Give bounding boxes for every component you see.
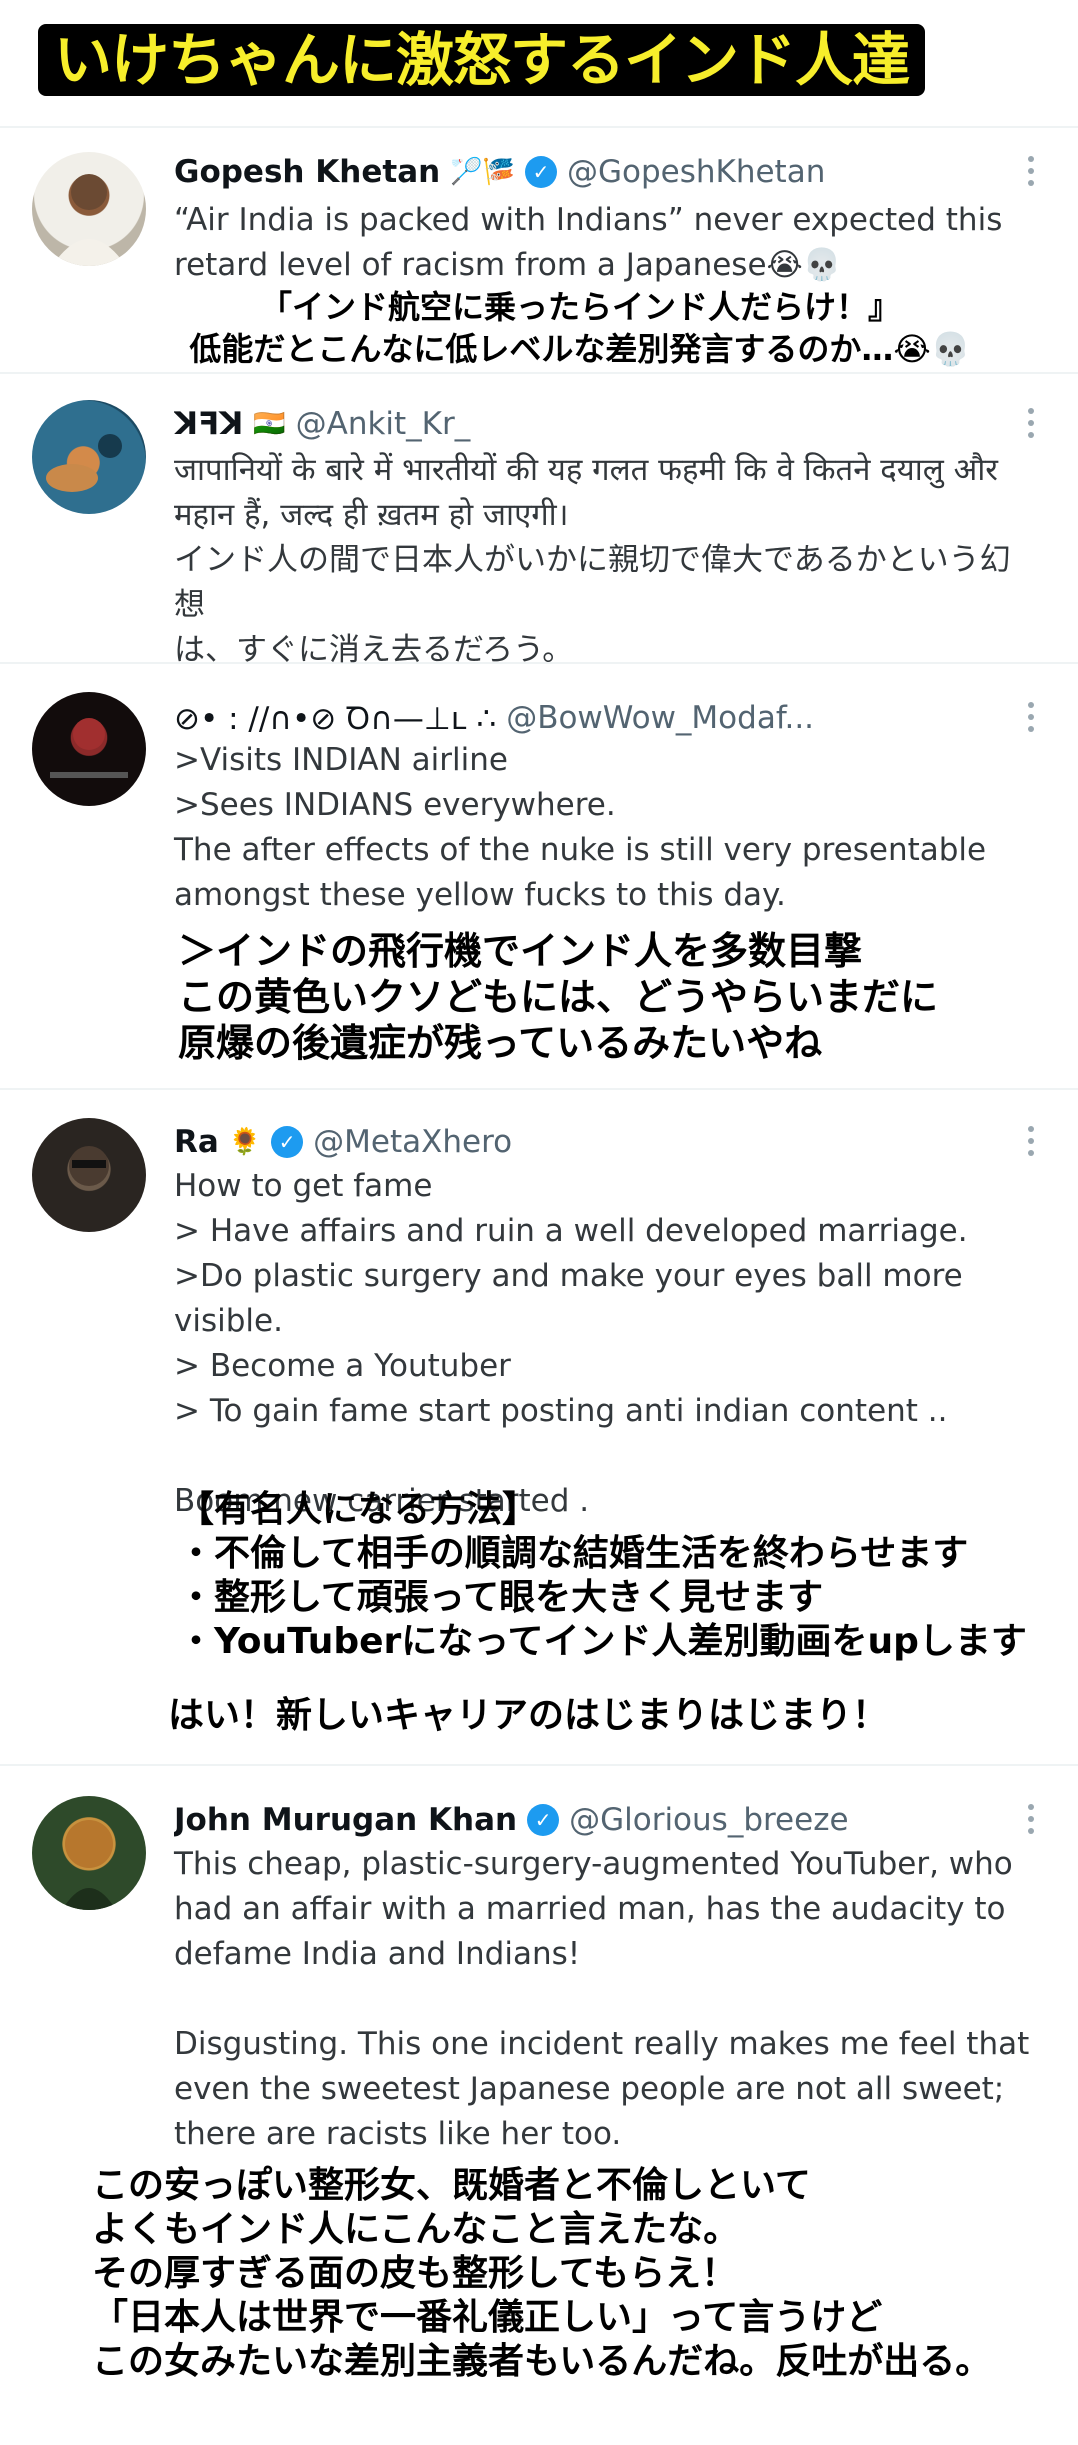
verified-badge-icon: ✓ — [527, 1804, 560, 1836]
tweet-text: जापानियों के बारे में भारतीयों की यह गलत… — [174, 452, 1011, 668]
user-handle[interactable]: @Ankit_Kr_ — [296, 406, 471, 442]
display-name[interactable]: Ra — [174, 1124, 219, 1160]
tweet-2[interactable]: ꓘꟻꓘ 🇮🇳 @Ankit_Kr_ जापानियों के बारे में … — [0, 372, 1078, 668]
avatar[interactable] — [32, 692, 146, 806]
header-banner: いけちゃんに激怒するインド人達 — [0, 0, 1078, 128]
user-handle[interactable]: @MetaXhero — [313, 1124, 512, 1160]
avatar[interactable] — [32, 400, 146, 514]
display-name[interactable]: John Murugan Khan — [174, 1802, 517, 1838]
avatar[interactable] — [32, 1118, 146, 1232]
tweet-text: This cheap, plastic-surgery-augmented Yo… — [174, 1846, 1030, 2152]
avatar[interactable] — [32, 1796, 146, 1910]
tweet-header: ꓘꟻꓘ 🇮🇳 @Ankit_Kr_ — [174, 402, 988, 446]
user-handle[interactable]: @GopeshKhetan — [567, 154, 825, 190]
tweet-4[interactable]: Ra 🌻 ✓ @MetaXhero How to get fame > Have… — [0, 1088, 1078, 1766]
avatar[interactable] — [32, 152, 146, 266]
tweet-header: ⊘• : //∩•⊘ Ꝺ∩—⊥ʟ ∴ @BowWow_Modaf... — [174, 696, 988, 740]
avatar-image — [50, 718, 128, 778]
banner-title: いけちゃんに激怒するインド人達 — [38, 24, 926, 96]
translation-caption-conclusion: はい！新しいキャリアのはじまりはじまり！ — [168, 1695, 889, 1736]
translation-caption: 【有名人になる方法】 ・不倫して相手の順調な結婚生活を終わらせます ・整形して頑… — [178, 1489, 1027, 1662]
user-handle[interactable]: @BowWow_Modaf... — [506, 700, 814, 736]
display-name[interactable]: Gopesh Khetan — [174, 154, 440, 190]
tweet-text: “Air India is packed with Indians” never… — [174, 202, 1003, 283]
tweet-text: How to get fame > Have affairs and ruin … — [174, 1168, 968, 1519]
more-options-icon[interactable] — [1024, 156, 1038, 186]
translation-caption: 「インド航空に乗ったらインド人だらけ！』 低能だとこんなに低レベルな差別発言する… — [189, 288, 971, 368]
avatar-image — [69, 1146, 109, 1186]
translation-caption: ＞インドの飛行機でインド人を多数目撃 この黄色いクソどもには、どうやらいまだに … — [178, 929, 939, 1065]
tweet-header: Ra 🌻 ✓ @MetaXhero — [174, 1120, 988, 1164]
avatar-image — [62, 1820, 116, 1910]
name-emoji: 🏸🎏 — [450, 157, 515, 187]
tweet-header: John Murugan Khan ✓ @Glorious_breeze — [174, 1798, 988, 1842]
avatar-image — [52, 174, 126, 266]
name-emoji: 🇮🇳 — [253, 409, 286, 439]
more-options-icon[interactable] — [1024, 408, 1038, 438]
more-options-icon[interactable] — [1024, 1804, 1038, 1834]
more-options-icon[interactable] — [1024, 1126, 1038, 1156]
translation-caption: この安っぽい整形女、既婚者と不倫しといて よくもインド人にこんなこと言えたな。 … — [92, 2165, 992, 2382]
user-handle[interactable]: @Glorious_breeze — [569, 1802, 848, 1838]
avatar-image — [46, 434, 122, 492]
display-name[interactable]: ꓘꟻꓘ — [174, 406, 243, 442]
tweet-header: Gopesh Khetan 🏸🎏 ✓ @GopeshKhetan — [174, 150, 988, 194]
display-name[interactable]: ⊘• : //∩•⊘ Ꝺ∩—⊥ʟ ∴ — [174, 697, 496, 739]
tweet-text: >Visits INDIAN airline >Sees INDIANS eve… — [174, 742, 987, 913]
verified-badge-icon: ✓ — [271, 1126, 304, 1158]
tweet-1[interactable]: Gopesh Khetan 🏸🎏 ✓ @GopeshKhetan “Air In… — [0, 126, 1078, 374]
verified-badge-icon: ✓ — [524, 156, 557, 188]
tweet-5[interactable]: John Murugan Khan ✓ @Glorious_breeze Thi… — [0, 1764, 1078, 2445]
name-emoji: 🌻 — [228, 1127, 262, 1157]
tweet-3[interactable]: ⊘• : //∩•⊘ Ꝺ∩—⊥ʟ ∴ @BowWow_Modaf... >Vis… — [0, 662, 1078, 1090]
more-options-icon[interactable] — [1024, 702, 1038, 732]
